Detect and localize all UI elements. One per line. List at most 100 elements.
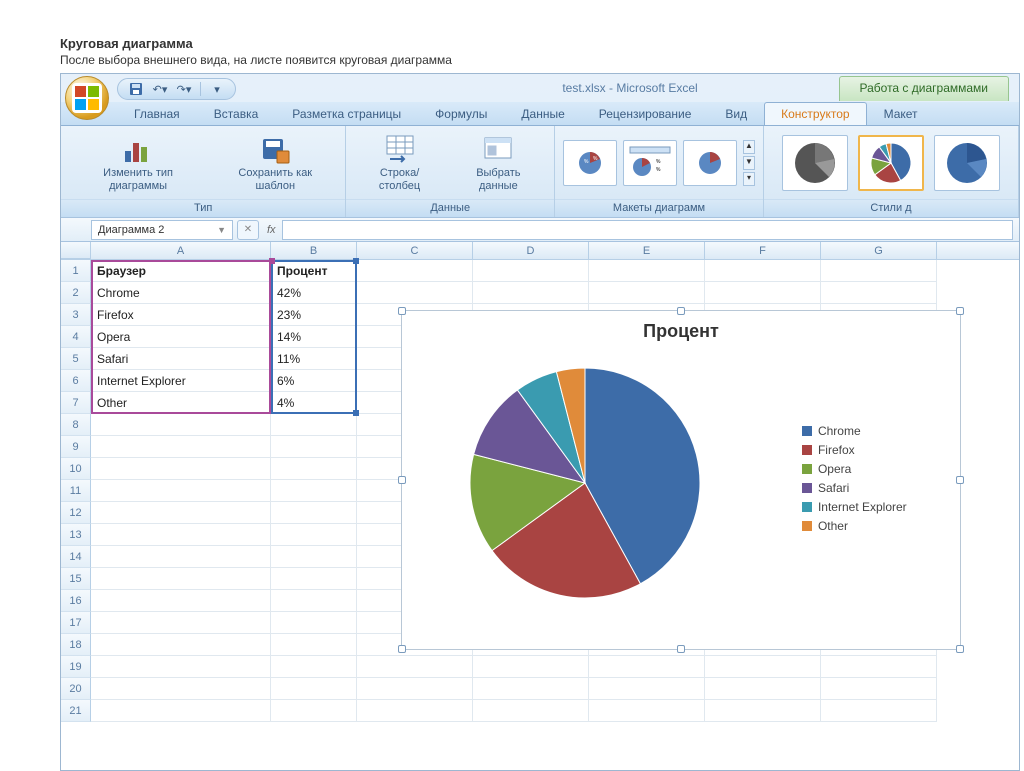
cell[interactable] — [91, 612, 271, 634]
cell[interactable]: 6% — [271, 370, 357, 392]
worksheet[interactable]: A B C D E F G 12345678910111213141516171… — [61, 242, 1019, 770]
cell[interactable] — [473, 678, 589, 700]
cell[interactable]: 11% — [271, 348, 357, 370]
cell[interactable] — [271, 700, 357, 722]
redo-icon[interactable]: ↷▾ — [176, 81, 192, 97]
tab-layout[interactable]: Макет — [867, 102, 935, 125]
chart-style-option-1[interactable] — [782, 135, 848, 191]
tab-review[interactable]: Рецензирование — [582, 102, 709, 125]
row-header[interactable]: 21 — [61, 700, 91, 722]
cell[interactable] — [357, 678, 473, 700]
chart-layout-option-1[interactable]: %% — [563, 140, 617, 186]
tab-data[interactable]: Данные — [504, 102, 581, 125]
select-all-corner[interactable] — [61, 242, 91, 259]
chart-style-option-2[interactable] — [858, 135, 924, 191]
row-header[interactable]: 20 — [61, 678, 91, 700]
cell[interactable] — [589, 282, 705, 304]
cell[interactable]: 23% — [271, 304, 357, 326]
cell[interactable] — [91, 700, 271, 722]
row-header[interactable]: 16 — [61, 590, 91, 612]
cell[interactable] — [91, 568, 271, 590]
row-header[interactable]: 14 — [61, 546, 91, 568]
cell[interactable] — [271, 458, 357, 480]
col-header-B[interactable]: B — [271, 242, 357, 259]
cell[interactable] — [357, 282, 473, 304]
cell[interactable] — [589, 260, 705, 282]
cell[interactable] — [705, 656, 821, 678]
switch-row-column-button[interactable]: Строка/столбец — [354, 130, 444, 195]
cell[interactable] — [91, 480, 271, 502]
chart-style-option-3[interactable] — [934, 135, 1000, 191]
cell[interactable]: 14% — [271, 326, 357, 348]
fx-icon[interactable]: fx — [267, 224, 276, 236]
cell[interactable]: Opera — [91, 326, 271, 348]
undo-icon[interactable]: ↶▾ — [152, 81, 168, 97]
cell[interactable] — [271, 678, 357, 700]
gallery-scroll-down-icon[interactable]: ▼ — [743, 156, 755, 170]
row-header[interactable]: 3 — [61, 304, 91, 326]
tab-insert[interactable]: Вставка — [197, 102, 276, 125]
cell[interactable] — [271, 656, 357, 678]
cell[interactable] — [91, 590, 271, 612]
name-box[interactable]: Диаграмма 2 ▼ — [91, 220, 233, 240]
row-header[interactable]: 18 — [61, 634, 91, 656]
cell[interactable] — [91, 634, 271, 656]
row-header[interactable]: 17 — [61, 612, 91, 634]
cell[interactable] — [271, 436, 357, 458]
row-header[interactable]: 11 — [61, 480, 91, 502]
row-header[interactable]: 12 — [61, 502, 91, 524]
cell[interactable] — [91, 678, 271, 700]
cell[interactable] — [705, 678, 821, 700]
cell[interactable]: Firefox — [91, 304, 271, 326]
pie-chart-plot[interactable] — [455, 348, 715, 608]
cell[interactable] — [271, 546, 357, 568]
cell[interactable] — [271, 414, 357, 436]
cell[interactable] — [473, 656, 589, 678]
cell[interactable] — [821, 656, 937, 678]
cell[interactable] — [821, 260, 937, 282]
cell[interactable] — [705, 700, 821, 722]
cell[interactable] — [271, 502, 357, 524]
cell[interactable] — [473, 260, 589, 282]
chart-legend[interactable]: Chrome Firefox Opera Safari Internet Exp… — [802, 419, 907, 538]
row-header[interactable]: 1 — [61, 260, 91, 282]
row-header[interactable]: 19 — [61, 656, 91, 678]
tab-view[interactable]: Вид — [708, 102, 764, 125]
name-box-dropdown-icon[interactable]: ▼ — [217, 225, 226, 235]
row-header[interactable]: 9 — [61, 436, 91, 458]
cell[interactable] — [91, 436, 271, 458]
cell[interactable] — [357, 656, 473, 678]
chart-layout-option-3[interactable] — [683, 140, 737, 186]
cell[interactable] — [91, 458, 271, 480]
row-header[interactable]: 5 — [61, 348, 91, 370]
cell[interactable] — [271, 524, 357, 546]
cell[interactable] — [589, 700, 705, 722]
change-chart-type-button[interactable]: Изменить тип диаграммы — [69, 130, 207, 195]
cell[interactable] — [271, 568, 357, 590]
row-header[interactable]: 7 — [61, 392, 91, 414]
cell[interactable] — [91, 524, 271, 546]
cell[interactable]: Other — [91, 392, 271, 414]
cell[interactable]: Internet Explorer — [91, 370, 271, 392]
row-header[interactable]: 2 — [61, 282, 91, 304]
cell[interactable] — [271, 480, 357, 502]
cell[interactable]: Chrome — [91, 282, 271, 304]
cell[interactable]: Safari — [91, 348, 271, 370]
cancel-formula-icon[interactable]: ✕ — [237, 220, 259, 240]
cell[interactable] — [705, 282, 821, 304]
office-button[interactable] — [65, 76, 109, 120]
cell[interactable]: 4% — [271, 392, 357, 414]
row-header[interactable]: 10 — [61, 458, 91, 480]
cell[interactable] — [705, 260, 821, 282]
gallery-scroll-up-icon[interactable]: ▲ — [743, 140, 755, 154]
gallery-expand-icon[interactable]: ▾ — [743, 172, 755, 186]
qat-customize-icon[interactable]: ▾ — [209, 81, 225, 97]
col-header-A[interactable]: A — [91, 242, 271, 259]
tab-page-layout[interactable]: Разметка страницы — [275, 102, 418, 125]
chart-layout-option-2[interactable]: %% — [623, 140, 677, 186]
cell[interactable] — [473, 700, 589, 722]
row-header[interactable]: 13 — [61, 524, 91, 546]
cell[interactable] — [271, 634, 357, 656]
cell[interactable] — [473, 282, 589, 304]
row-header[interactable]: 4 — [61, 326, 91, 348]
